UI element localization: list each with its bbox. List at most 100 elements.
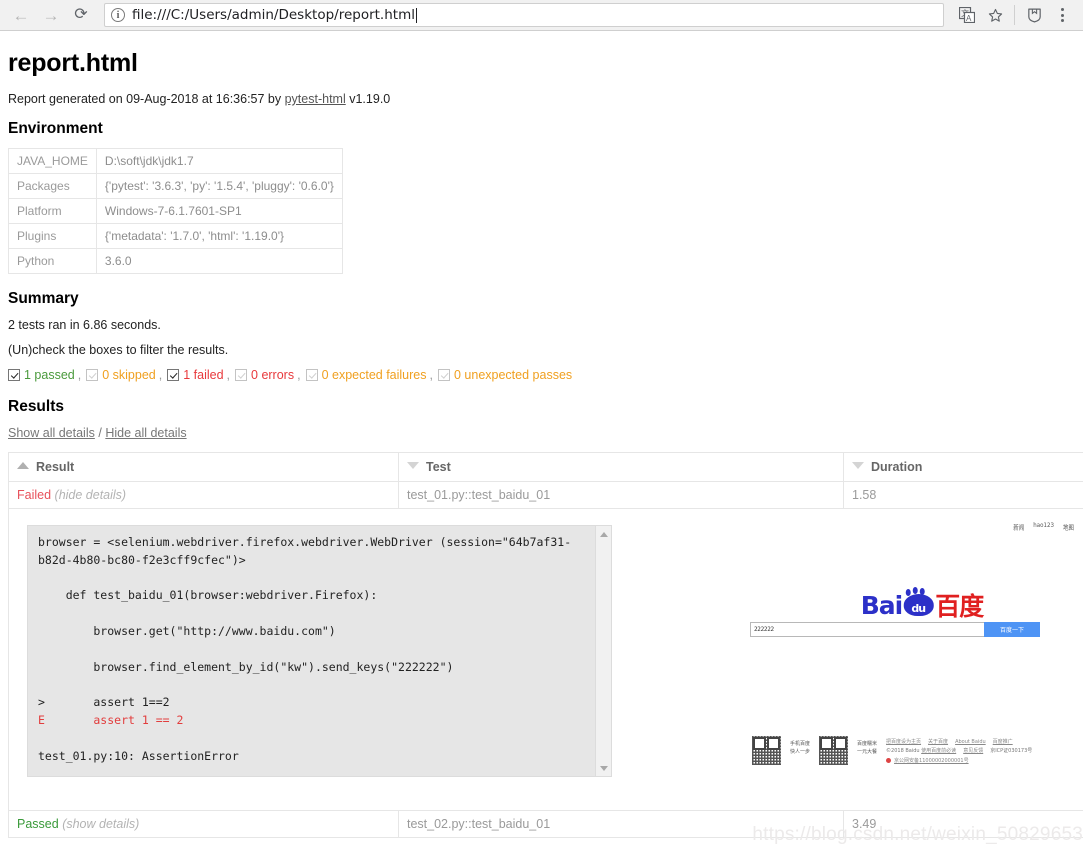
filter-expected-failures[interactable]: 0 expected failures	[305, 368, 427, 382]
checkbox-icon[interactable]	[305, 369, 318, 381]
qr-label-line: 手机百度	[790, 740, 811, 747]
failure-screenshot: 新闻 hao123 地图 视频 Bai 百度	[742, 519, 1083, 804]
table-row[interactable]: Passed (show details) test_02.py::test_b…	[8, 810, 1083, 838]
column-header-result[interactable]: Result	[8, 452, 399, 482]
forward-button[interactable]: →	[38, 2, 64, 28]
footer-link: 把百度设为主页	[886, 738, 922, 745]
hide-all-details-link[interactable]: Hide all details	[105, 426, 186, 440]
police-badge-icon	[886, 757, 892, 763]
show-all-details-link[interactable]: Show all details	[8, 426, 95, 440]
table-header-row: Result Test Duration	[8, 452, 1083, 482]
three-dot-menu-icon[interactable]	[1049, 2, 1075, 28]
footer-police-link: 京公网安备11000002000001号	[894, 757, 969, 764]
baidu-search-bar: 222222 百度一下	[750, 622, 1040, 637]
footer-copyright: ©2018 Baidu	[886, 748, 920, 754]
checkbox-icon[interactable]	[167, 369, 180, 381]
baidu-nav-links: 新闻 hao123 地图 视频	[1013, 522, 1083, 531]
table-row[interactable]: Failed (hide details) test_01.py::test_b…	[8, 481, 1083, 509]
sort-descending-icon[interactable]	[407, 462, 419, 469]
scroll-up-icon[interactable]	[596, 526, 611, 542]
paw-dots-icon	[905, 587, 925, 596]
table-row: Platform Windows-7-6.1.7601-SP1	[8, 198, 343, 224]
checkbox-icon[interactable]	[438, 369, 450, 381]
back-button[interactable]: ←	[8, 2, 34, 28]
detail-toggle-links: Show all details / Hide all details	[8, 426, 1075, 440]
env-key: Plugins	[8, 223, 97, 249]
filter-errors[interactable]: 0 errors	[235, 368, 294, 382]
page-title: report.html	[8, 49, 138, 77]
tb-line: def test_baidu_01(browser:webdriver.Fire…	[38, 588, 378, 603]
filter-label: 1 failed	[183, 368, 224, 382]
footer-link: 百度推广	[992, 738, 1013, 745]
toolbar-divider	[1014, 5, 1015, 25]
comma: ,	[226, 368, 231, 382]
traceback-log[interactable]: browser = <selenium.webdriver.firefox.we…	[27, 525, 612, 777]
nav-link: 地图	[1062, 524, 1074, 532]
star-icon[interactable]	[982, 2, 1008, 28]
tb-line: > assert 1==2	[38, 695, 170, 710]
tb-line: b82d-4b80-bc80-f2e3cff9cfec")>	[38, 552, 246, 567]
detail-content: browser = <selenium.webdriver.firefox.we…	[17, 515, 1083, 804]
tb-line: browser.find_element_by_id("kw").send_ke…	[38, 659, 454, 674]
tb-error-line: E assert 1 == 2	[38, 713, 184, 728]
address-bar[interactable]: i file:///C:/Users/admin/Desktop/report.…	[104, 3, 944, 27]
environment-table: JAVA_HOME D:\soft\jdk\jdk1.7 Packages {'…	[8, 148, 343, 274]
search-input: 222222	[750, 622, 984, 637]
svg-text:A: A	[966, 14, 972, 23]
env-key: Packages	[8, 173, 97, 199]
filter-skipped[interactable]: 0 skipped	[86, 368, 156, 382]
filter-label: 0 errors	[251, 368, 295, 382]
detail-row: browser = <selenium.webdriver.firefox.we…	[8, 508, 1083, 811]
filter-label: 0 skipped	[102, 368, 156, 382]
log-scrollbar[interactable]	[595, 526, 611, 776]
footer-link-row: 把百度设为主页 关于百度 About Baidu 百度推广	[886, 738, 1032, 748]
detail-panel: browser = <selenium.webdriver.firefox.we…	[8, 508, 1083, 811]
test-name-cell: test_01.py::test_baidu_01	[398, 481, 844, 509]
env-key: Platform	[8, 198, 97, 224]
scroll-down-icon[interactable]	[596, 760, 611, 776]
generated-line: Report generated on 09-Aug-2018 at 16:36…	[8, 92, 1075, 106]
nav-link: 新闻	[1013, 524, 1025, 532]
results-heading: Results	[8, 398, 64, 415]
pytest-html-link[interactable]: pytest-html	[285, 92, 346, 106]
toggle-details-link[interactable]: (show details)	[62, 817, 139, 831]
shield-extension-icon[interactable]	[1021, 2, 1047, 28]
filter-unexpected-passes[interactable]: 0 unexpected passes	[438, 368, 572, 382]
toggle-details-link[interactable]: (hide details)	[55, 488, 127, 502]
qr-mobile-label: 手机百度 快人一步	[790, 736, 810, 757]
column-header-duration[interactable]: Duration	[843, 452, 1083, 482]
filter-label: 0 expected failures	[321, 368, 427, 382]
filter-hint: (Un)check the boxes to filter the result…	[8, 343, 229, 357]
traceback-text: browser = <selenium.webdriver.firefox.we…	[28, 526, 611, 774]
test-name-cell: test_02.py::test_baidu_01	[398, 810, 844, 838]
info-icon[interactable]: i	[111, 8, 125, 22]
checkbox-icon[interactable]	[8, 369, 20, 381]
column-header-test[interactable]: Test	[398, 452, 844, 482]
paw-icon	[903, 587, 934, 616]
status-badge: Failed	[17, 488, 52, 502]
filter-failed[interactable]: 1 failed	[167, 368, 224, 382]
qr-code-mobile-icon	[752, 735, 781, 765]
footer-police-row: 京公网安备11000002000001号	[886, 757, 1032, 767]
logo-chinese-text: 百度	[935, 592, 984, 621]
qr-code-nuomi-icon	[819, 735, 849, 765]
toolbar-icons: 文 A	[954, 2, 1075, 28]
env-value: {'pytest': '3.6.3', 'py': '1.5.4', 'plug…	[95, 173, 343, 199]
baidu-footer-links: 把百度设为主页 关于百度 About Baidu 百度推广 ©2018 Baidu 使…	[886, 736, 1032, 767]
baidu-logo: Bai 百度	[861, 587, 984, 623]
qr-nuomi-label: 百度糯米 一元大餐	[857, 736, 877, 757]
filter-passed[interactable]: 1 passed	[8, 368, 75, 382]
duration-cell: 1.58	[843, 481, 1083, 509]
reload-button[interactable]: ⟳	[68, 2, 94, 28]
result-filters: 1 passed , 0 skipped , 1 failed , 0 erro…	[8, 368, 1075, 382]
translate-icon[interactable]: 文 A	[954, 2, 980, 28]
sort-descending-icon[interactable]	[852, 462, 864, 469]
link-separator: /	[98, 426, 102, 440]
checkbox-icon[interactable]	[235, 369, 248, 381]
qr-label-line: 一元大餐	[857, 749, 878, 755]
qr-label-line: 百度糯米	[857, 740, 878, 747]
checkbox-icon[interactable]	[86, 369, 99, 381]
sort-ascending-icon[interactable]	[17, 462, 29, 469]
browser-toolbar: ← → ⟳ i file:///C:/Users/admin/Desktop/r…	[0, 0, 1083, 31]
footer-terms-link: 使用百度前必读	[921, 748, 957, 754]
